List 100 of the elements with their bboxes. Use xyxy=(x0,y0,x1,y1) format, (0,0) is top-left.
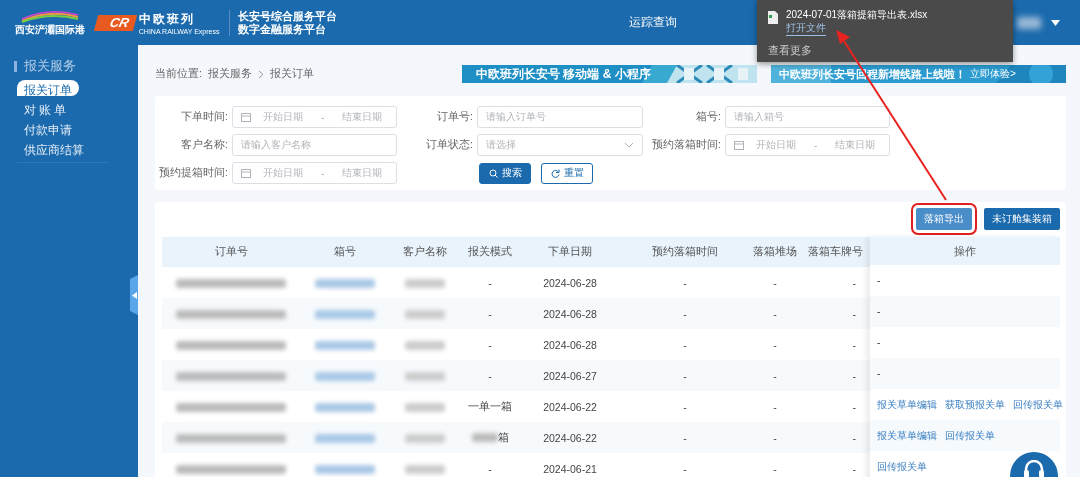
table-cell: 2024-06-28 xyxy=(520,267,620,298)
table-cell: 2024-06-22 xyxy=(520,422,620,453)
open-file-link[interactable]: 打开文件 xyxy=(786,22,826,36)
breadcrumb-item[interactable]: 报关服务 xyxy=(207,67,252,81)
redacted-text xyxy=(315,465,375,475)
redacted-text xyxy=(315,310,375,320)
table-cell: - xyxy=(460,267,520,298)
search-icon xyxy=(488,168,498,178)
field-label: 客户名称: xyxy=(180,138,229,152)
table-cell: 2024-06-28 xyxy=(520,298,620,329)
table-cell: - xyxy=(750,422,800,453)
redacted-text xyxy=(405,341,445,351)
redacted-text xyxy=(405,310,445,320)
redacted-text xyxy=(315,434,375,444)
cr-logo: CR xyxy=(93,14,137,31)
table-cell: 2024-06-27 xyxy=(520,360,620,391)
action-link[interactable]: 回传报关单 xyxy=(877,459,927,474)
table-cell: - xyxy=(877,337,881,348)
column-header: 客户名称 xyxy=(390,237,460,267)
table-cell: - xyxy=(460,298,520,329)
column-header: 下单日期 xyxy=(520,237,620,267)
headset-icon xyxy=(1023,460,1045,477)
calendar-icon xyxy=(734,140,744,150)
field-label: 箱号: xyxy=(695,110,722,124)
table-cell: - xyxy=(620,329,750,360)
menu-group-title: 报关服务 xyxy=(24,57,76,75)
chevron-down-icon xyxy=(624,140,634,150)
table-cell: - xyxy=(620,422,750,453)
redacted-text xyxy=(405,434,445,444)
redacted-text xyxy=(315,341,375,351)
table-cell: - xyxy=(877,275,881,286)
sidebar-item[interactable]: 报关订单 xyxy=(17,80,79,96)
breadcrumb-label: 当前位置: xyxy=(155,67,202,81)
redacted-text xyxy=(405,465,445,475)
search-button[interactable]: 搜索 xyxy=(479,162,531,184)
column-header: 落箱车牌号 xyxy=(800,237,870,267)
table-cell: - xyxy=(750,391,800,422)
chevron-right-icon xyxy=(257,69,264,79)
rainbow-arcs-icon xyxy=(20,8,80,23)
sidebar-item[interactable]: 付款申请 xyxy=(17,120,79,136)
column-header: 订单号 xyxy=(162,237,300,267)
table-cell: - xyxy=(750,298,800,329)
action-link[interactable]: 获取预报关单 xyxy=(945,397,1005,412)
breadcrumb-item[interactable]: 报关订单 xyxy=(269,67,314,81)
table-cell: - xyxy=(620,267,750,298)
redacted-text xyxy=(405,372,445,382)
table-cell: - xyxy=(800,360,870,391)
redacted-text xyxy=(315,372,375,382)
table-cell: - xyxy=(800,422,870,453)
field-label: 预约提箱时间: xyxy=(158,166,229,180)
table-cell: - xyxy=(800,329,870,360)
redacted-text xyxy=(315,279,375,289)
sidebar-item[interactable]: 供应商结算 xyxy=(17,140,91,156)
field-label: 订单号: xyxy=(436,110,474,124)
column-header: 预约落箱时间 xyxy=(620,237,750,267)
column-header: 落箱堆场 xyxy=(750,237,800,267)
table-cell: - xyxy=(750,329,800,360)
calendar-icon xyxy=(241,168,251,178)
table-cell: - xyxy=(620,453,750,477)
table-cell: 2024-06-28 xyxy=(520,329,620,360)
table-cell: - xyxy=(460,329,520,360)
table-cell: - xyxy=(800,391,870,422)
caret-icon[interactable] xyxy=(1051,19,1060,26)
redacted-user xyxy=(1017,16,1041,29)
redacted-text xyxy=(315,403,375,413)
port-logo: 西安浐灞国际港 xyxy=(14,8,86,37)
action-link[interactable]: 报关草单编辑 xyxy=(877,428,937,443)
table-cell: - xyxy=(750,360,800,391)
table-cell: 2024-06-22 xyxy=(520,391,620,422)
see-more-link[interactable]: 查看更多 xyxy=(768,44,1002,58)
platform-title: 数字金融服务平台 xyxy=(238,22,327,36)
refresh-icon xyxy=(550,168,560,178)
file-name: 2024-07-01落箱提箱导出表.xlsx xyxy=(786,8,928,22)
table-cell: 2024-06-21 xyxy=(520,453,620,477)
promo-banner[interactable]: 中欧班列长安号 移动端 & 小程序 xyxy=(462,65,757,83)
export-button[interactable]: 未订舱集装箱 xyxy=(984,208,1060,230)
action-link[interactable]: 报关草单编辑 xyxy=(877,397,937,412)
reset-button[interactable]: 重置 xyxy=(541,162,593,184)
action-link[interactable]: 回传报关单 xyxy=(1013,397,1063,412)
brand-name: 中欧班列 xyxy=(138,10,196,28)
table-cell: - xyxy=(620,360,750,391)
column-header: 报关模式 xyxy=(460,237,520,267)
table-cell: - xyxy=(800,453,870,477)
field-label: 下单时间: xyxy=(180,110,229,124)
table-cell: - xyxy=(877,306,881,317)
table-cell: - xyxy=(877,368,881,379)
field-label: 预约落箱时间: xyxy=(651,138,722,152)
table-cell: - xyxy=(750,267,800,298)
sidebar-item[interactable]: 对 账 单 xyxy=(17,100,74,116)
nav-link[interactable]: 运踪查询 xyxy=(629,14,677,31)
calendar-icon xyxy=(241,112,251,122)
platform-title: 长安号综合服务平台 xyxy=(238,9,338,22)
table-cell: - xyxy=(800,298,870,329)
table-cell: 一单一箱 xyxy=(460,391,520,422)
table-cell: - xyxy=(620,391,750,422)
action-link[interactable]: 回传报关单 xyxy=(945,428,995,443)
collapse-handle[interactable] xyxy=(130,275,138,315)
redacted-text xyxy=(405,279,445,289)
table-cell: - xyxy=(620,298,750,329)
table-cell: - xyxy=(800,267,870,298)
